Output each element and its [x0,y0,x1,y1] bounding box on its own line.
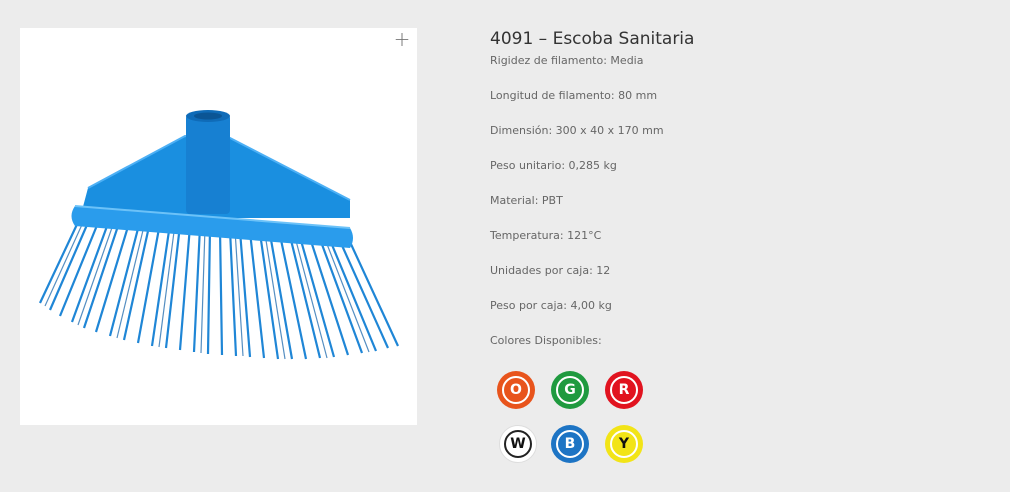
color-swatch-green[interactable]: G [551,371,589,409]
color-swatch-red[interactable]: R [605,371,643,409]
color-letter: O [510,382,522,398]
spec-material: Material: PBT [490,194,563,207]
color-letter: G [564,382,576,398]
spec-filament-rigidity: Rigidez de filamento: Media [490,54,644,67]
broom-socket [186,114,230,214]
color-letter: Y [618,436,630,452]
color-letter: W [510,436,526,452]
product-details: 4091 – Escoba Sanitaria Rigidez de filam… [490,28,990,348]
plus-icon[interactable]: + [393,29,411,49]
colors-available-label: Colores Disponibles: [490,334,602,347]
color-swatch-orange[interactable]: O [497,371,535,409]
color-swatch-white[interactable]: W [499,425,537,463]
spec-units-per-box: Unidades por caja: 12 [490,264,611,277]
color-letter: R [618,382,630,398]
spec-unit-weight: Peso unitario: 0,285 kg [490,159,617,172]
color-swatch-blue[interactable]: B [551,425,589,463]
spec-temperature: Temperatura: 121°C [490,229,602,242]
color-swatch-yellow[interactable]: Y [605,425,643,463]
spec-dimension: Dimensión: 300 x 40 x 170 mm [490,124,664,137]
spec-filament-length: Longitud de filamento: 80 mm [490,89,658,102]
spec-box-weight: Peso por caja: 4,00 kg [490,299,612,312]
product-title: 4091 – Escoba Sanitaria [490,29,695,49]
broom-product-image [39,110,399,360]
product-image-container: + [20,28,417,425]
color-letter: B [564,436,576,452]
